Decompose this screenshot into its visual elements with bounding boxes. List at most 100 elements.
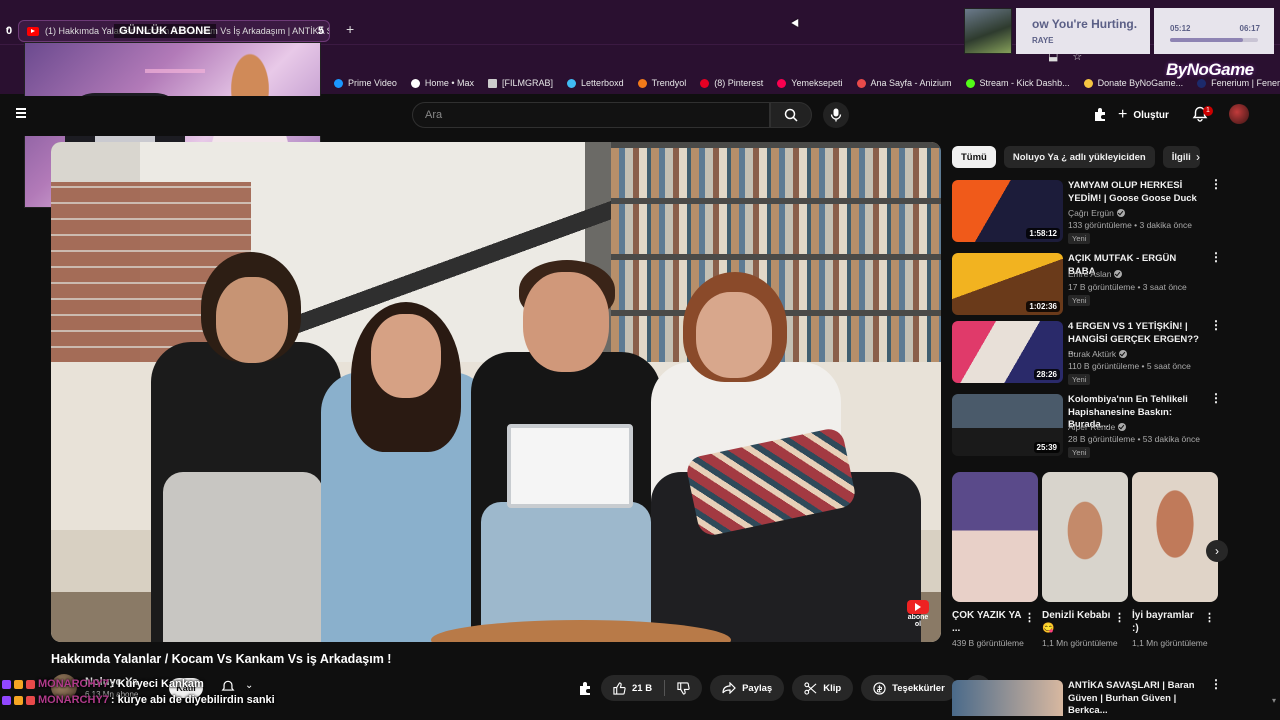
bookmark-favicon-icon <box>637 78 647 88</box>
recommended-video[interactable]: 1:58:12 YAMYAM OLUP HERKESİ YEDİM! | Goo… <box>952 178 1222 246</box>
chat-message: MONARCHY7 : Kuryeci Kankam <box>2 676 275 692</box>
more-vertical-icon[interactable]: ⋮ <box>1024 613 1035 624</box>
short-title[interactable]: Denizli Kebabı 😋 <box>1042 609 1112 635</box>
more-vertical-icon[interactable]: ⋮ <box>1204 613 1215 624</box>
subscribe-watermark[interactable]: abone ol <box>905 600 931 628</box>
super-thanks-icon <box>873 681 886 695</box>
short-title[interactable]: ÇOK YAZIK YA ... <box>952 609 1022 635</box>
chat-message: MONARCHY7 : kurye abi de diyebilirdin sa… <box>2 692 275 708</box>
chat-badge-icon <box>26 679 35 689</box>
extension-puzzle-icon[interactable] <box>578 681 593 696</box>
chevron-right-icon[interactable]: › <box>1196 150 1200 164</box>
more-vertical-icon[interactable]: ⋮ <box>1210 678 1222 690</box>
new-badge: Yeni <box>1068 447 1091 458</box>
extension-puzzle-icon[interactable] <box>1093 107 1108 122</box>
new-badge: Yeni <box>1068 295 1091 306</box>
more-vertical-icon[interactable]: ⋮ <box>1114 613 1125 624</box>
plus-icon: + <box>1118 106 1128 123</box>
recommended-video[interactable]: 25:39 Kolombiya'nın En Tehlikeli Hapisha… <box>952 392 1222 460</box>
short-thumbnail[interactable] <box>952 472 1038 602</box>
short-thumbnail[interactable] <box>1132 472 1218 602</box>
menu-hamburger-icon[interactable] <box>16 108 26 118</box>
dislike-button[interactable] <box>665 675 702 701</box>
browser-tab-active[interactable]: (1) Hakkımda Yalanlar / Kocam Vs Kankam … <box>18 20 330 42</box>
video-title[interactable]: YAMYAM OLUP HERKESİ YEDİM! | Goose Goose… <box>1068 180 1204 205</box>
like-button[interactable]: 21 B <box>601 675 664 701</box>
video-title[interactable]: ANTİKA SAVAŞLARI | Baran Güven | Burhan … <box>1068 680 1204 718</box>
bookmark-item[interactable]: Stream - Kick Dashb... <box>965 78 1070 88</box>
chip-related[interactable]: İlgili <box>1162 146 1200 168</box>
short-item[interactable]: Denizli Kebabı 😋 1,1 Mn görüntüleme ⋮ <box>1042 472 1128 648</box>
bookmark-item[interactable]: Home • Max <box>410 78 474 88</box>
clip-label: Klip <box>823 682 842 694</box>
recommended-video[interactable]: 1:02:36 AÇIK MUTFAK - ERGÜN BABA Emre As… <box>952 251 1222 319</box>
thanks-label: Teşekkürler <box>892 682 945 694</box>
more-vertical-icon[interactable]: ⋮ <box>1210 319 1222 331</box>
search-input[interactable] <box>425 109 769 121</box>
channel-name[interactable]: Emre Aslan <box>1068 269 1123 279</box>
bookmark-label: [FILMGRAB] <box>502 78 554 88</box>
video-title: Hakkımda Yalanlar / Kocam Vs Kankam Vs i… <box>51 652 392 666</box>
verified-check-icon <box>1118 423 1127 431</box>
chevron-right-icon[interactable]: › <box>1206 540 1228 562</box>
video-thumbnail[interactable]: 1:58:12 <box>952 180 1063 242</box>
notification-count-badge: 1 <box>1203 106 1213 116</box>
search-button[interactable] <box>770 102 812 128</box>
video-thumbnail[interactable]: 28:26 <box>952 321 1063 383</box>
channel-name[interactable]: Çağrı Ergün <box>1068 208 1125 218</box>
tab-list-chevron-icon[interactable]: ⌄ <box>4 22 12 33</box>
video-duration: 1:02:36 <box>1026 301 1060 312</box>
bookmark-favicon-icon <box>965 78 975 88</box>
create-label: Oluştur <box>1133 109 1169 121</box>
bookmark-item[interactable]: Letterboxd <box>567 78 624 88</box>
video-duration: 25:39 <box>1033 442 1060 453</box>
now-playing-widget: ow You're Hurting. RAYE <box>1016 8 1150 54</box>
chat-badge-icon <box>14 695 23 705</box>
more-vertical-icon[interactable]: ⋮ <box>1210 178 1222 190</box>
short-thumbnail[interactable] <box>1042 472 1128 602</box>
video-meta: 28 B görüntüleme • 53 dakika önce <box>1068 434 1200 444</box>
more-vertical-icon[interactable]: ⋮ <box>1210 392 1222 404</box>
microphone-icon <box>830 108 842 122</box>
channel-name[interactable]: Alper Rende <box>1068 422 1127 432</box>
like-count: 21 B <box>632 682 653 694</box>
bookmark-label: Prime Video <box>348 78 397 88</box>
short-item[interactable]: İyi bayramlar :) 1,1 Mn görüntüleme ⋮ <box>1132 472 1218 648</box>
video-player[interactable]: abone ol <box>51 142 941 642</box>
bookmark-label: Ana Sayfa - Anizium <box>870 78 952 88</box>
chip-all[interactable]: Tümü <box>952 146 996 168</box>
chat-text: : kurye abi de diyebilirdin sanki <box>110 694 275 706</box>
bookmark-item[interactable]: (8) Pinterest <box>700 78 763 88</box>
video-thumbnail[interactable] <box>952 680 1063 716</box>
bookmark-favicon-icon <box>700 78 710 88</box>
recommended-video[interactable]: 28:26 4 ERGEN VS 1 YETİŞKİN! | HANGİSİ G… <box>952 319 1222 387</box>
video-thumbnail[interactable]: 1:02:36 <box>952 253 1063 315</box>
thanks-button[interactable]: Teşekkürler <box>861 675 957 701</box>
video-actions: 21 B Paylaş Klip Teşekkürler ••• <box>578 674 991 702</box>
bookmark-item[interactable]: Prime Video <box>334 78 397 88</box>
channel-label: Burak Aktürk <box>1068 349 1117 359</box>
chat-badge-icon <box>14 679 23 689</box>
now-playing-artist: RAYE <box>1032 36 1054 45</box>
chip-from-uploader[interactable]: Noluyo Ya ¿ adlı yükleyiciden <box>1003 146 1155 168</box>
short-item[interactable]: ÇOK YAZIK YA ... 439 B görüntüleme ⋮ <box>952 472 1038 648</box>
search-box[interactable] <box>412 102 770 128</box>
new-tab-button[interactable]: + <box>346 21 354 37</box>
channel-name[interactable]: Burak Aktürk <box>1068 349 1128 359</box>
bookmark-item[interactable]: Trendyol <box>637 78 687 88</box>
share-button[interactable]: Paylaş <box>710 675 785 701</box>
voice-search-button[interactable] <box>823 102 849 128</box>
clip-button[interactable]: Klip <box>792 675 854 701</box>
video-thumbnail[interactable]: 25:39 <box>952 394 1063 456</box>
short-title[interactable]: İyi bayramlar :) <box>1132 609 1202 635</box>
bookmark-label: Trendyol <box>651 78 687 88</box>
create-button[interactable]: + Oluştur <box>1118 102 1169 128</box>
scroll-down-icon[interactable]: ▾ <box>1272 696 1276 705</box>
bookmark-item[interactable]: Ana Sayfa - Anizium <box>856 78 952 88</box>
bookmark-item[interactable]: Yemeksepeti <box>777 78 843 88</box>
chat-badge-icon <box>2 679 11 689</box>
bookmark-item[interactable]: [FILMGRAB] <box>488 78 553 88</box>
more-vertical-icon[interactable]: ⋮ <box>1210 251 1222 263</box>
user-avatar[interactable] <box>1229 104 1249 124</box>
recommended-video[interactable]: ANTİKA SAVAŞLARI | Baran Güven | Burhan … <box>952 678 1222 718</box>
